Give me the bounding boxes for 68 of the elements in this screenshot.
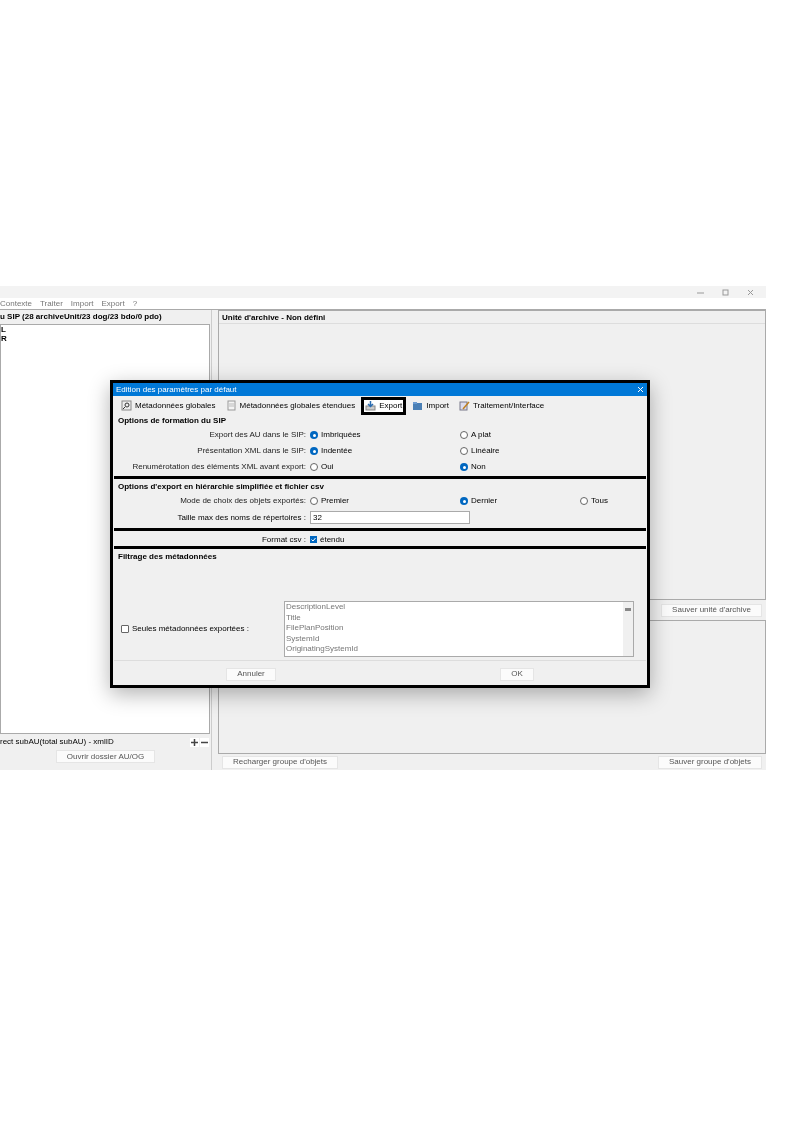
- metadata-list[interactable]: DescriptionLevel Title FilePlanPosition SystemId OriginatingSystemId: [284, 601, 634, 657]
- menu-item[interactable]: Contexte: [0, 297, 33, 310]
- field-label: Taille max des noms de répertoires :: [177, 511, 306, 524]
- status-text: rect subAU(total subAU) - xmlID: [0, 736, 114, 748]
- tab[interactable]: Métadonnées globales: [117, 396, 220, 415]
- field-label: Format csv :: [262, 533, 306, 546]
- section-title: Options de formation du SIP: [117, 415, 227, 427]
- panel-title: u SIP (28 archiveUnit/23 dog/23 bdo/0 pdo): [0, 311, 163, 323]
- save-group-button[interactable]: Sauver groupe d'objets: [657, 755, 762, 769]
- save-unit-button[interactable]: Sauver unité d'archive: [661, 603, 762, 617]
- radio-label: Dernier: [471, 495, 498, 507]
- radio-button[interactable]: [310, 463, 318, 471]
- radio-label: Linéaire: [471, 445, 500, 457]
- tree-item[interactable]: L: [1, 325, 6, 334]
- input-field[interactable]: 32: [310, 511, 470, 524]
- radio-label: Tous: [591, 495, 608, 507]
- radio-button[interactable]: [310, 497, 318, 505]
- reload-button[interactable]: Recharger groupe d'objets: [222, 755, 339, 769]
- tab[interactable]: Traitement/Interface: [454, 396, 549, 415]
- radio-label: A plat: [471, 429, 491, 441]
- section-title: Options d'export en hiérarchie simplifiée et fichier csv: [117, 481, 325, 493]
- section-title: Filtrage des métadonnées: [117, 551, 218, 563]
- tab[interactable]: Export: [361, 396, 407, 415]
- menu-item[interactable]: ?: [132, 297, 138, 310]
- tab[interactable]: Métadonnées globales étendues: [221, 396, 360, 415]
- open-folder-button[interactable]: Ouvrir dossier AU/OG: [55, 750, 156, 763]
- radio-button[interactable]: [460, 463, 468, 471]
- list-item[interactable]: DescriptionLevel: [286, 602, 623, 613]
- checkbox[interactable]: [121, 625, 129, 633]
- radio-label: Non: [471, 461, 486, 473]
- panel-title: Unité d'archive - Non défini: [219, 311, 765, 324]
- magnifier-icon: [121, 400, 132, 411]
- radio-button[interactable]: [580, 497, 588, 505]
- dialog-title: Edition des paramètres par défaut: [116, 383, 237, 396]
- option-label: Présentation XML dans le SIP:: [197, 445, 306, 457]
- cancel-button[interactable]: Annuler: [226, 667, 276, 681]
- add-icon[interactable]: [190, 737, 199, 747]
- folder-icon: [412, 400, 424, 411]
- radio-label: Oui: [321, 461, 334, 473]
- radio-button[interactable]: [310, 447, 318, 455]
- menu-item[interactable]: Export: [101, 297, 125, 310]
- tab[interactable]: Import: [408, 396, 453, 415]
- radio-label: Indentée: [321, 445, 353, 457]
- option-label: Mode de choix des objets exportés:: [180, 495, 306, 507]
- radio-button[interactable]: [310, 431, 318, 439]
- tree-item[interactable]: R: [1, 334, 7, 343]
- radio-button[interactable]: [460, 497, 468, 505]
- list-item[interactable]: Title: [286, 612, 623, 623]
- menu-item[interactable]: Import: [70, 297, 94, 310]
- menu-item[interactable]: Traiter: [40, 297, 63, 310]
- radio-label: Premier: [321, 495, 349, 507]
- pencil-icon: [458, 400, 470, 411]
- close-icon[interactable]: [747, 288, 754, 296]
- checkbox-label: Seules métadonnées exportées :: [132, 623, 249, 635]
- radio-button[interactable]: [460, 447, 468, 455]
- checkbox-label: étendu: [320, 533, 345, 546]
- document-icon: [225, 400, 237, 411]
- radio-button[interactable]: [460, 431, 468, 439]
- option-label: Export des AU dans le SIP:: [209, 429, 306, 441]
- download-icon: [365, 400, 377, 411]
- list-item[interactable]: OriginatingSystemId: [286, 644, 623, 655]
- radio-label: Imbriquées: [321, 429, 361, 441]
- remove-icon[interactable]: [200, 737, 209, 747]
- option-label: Renumérotation des éléments XML avant export:: [132, 461, 306, 473]
- list-item[interactable]: FilePlanPosition: [286, 623, 623, 634]
- scrollbar[interactable]: [623, 602, 633, 656]
- list-item[interactable]: SystemId: [286, 633, 623, 644]
- ok-button[interactable]: OK: [500, 667, 534, 681]
